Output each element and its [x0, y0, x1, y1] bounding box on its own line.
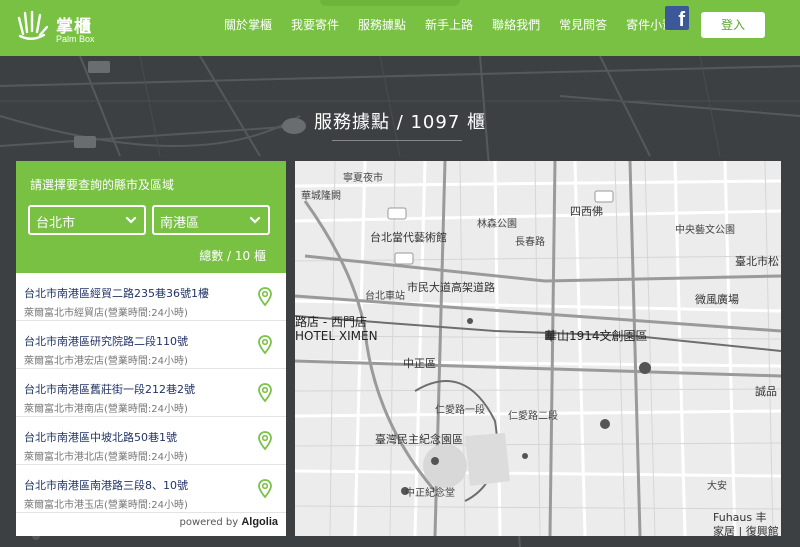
location-store: 萊爾富北市經貿店(營業時間:24小時): [24, 308, 188, 319]
facebook-icon[interactable]: f: [665, 6, 689, 30]
locker-count: 總數 / 10 櫃: [199, 249, 266, 263]
location-address: 台北市南港區舊莊街一段212巷2號: [24, 383, 195, 396]
region-prompt: 請選擇要查詢的縣市及區域: [30, 178, 175, 192]
page-title: 服務據點 / 1097 櫃: [313, 112, 487, 133]
nav-faq[interactable]: 常見問答: [559, 16, 607, 33]
nav-locations[interactable]: 服務據點: [358, 16, 406, 33]
algolia-logo: Algolia: [241, 516, 278, 528]
nav-contact[interactable]: 聯絡我們: [492, 16, 540, 33]
map-label: 誠品: [755, 385, 777, 398]
top-header: 掌櫃 Palm Box 關於掌櫃 我要寄件 服務據點 新手上路 聯絡我們 常見問…: [0, 0, 800, 56]
map-label: 台北車站: [365, 291, 405, 302]
palm-hand-icon: [17, 10, 49, 40]
location-address: 台北市南港區研究院路二段110號: [24, 335, 188, 348]
map-label: 臺灣民主紀念園區: [375, 433, 463, 446]
map-label: 路店 - 西門店: [295, 315, 367, 329]
login-button[interactable]: 登入: [701, 12, 765, 38]
panel-header: 請選擇要查詢的縣市及區域 台北市 南港區 總數 / 10 櫃: [16, 161, 286, 273]
location-address: 台北市南港區經貿二路235巷36號1樓: [24, 287, 209, 300]
map-label: 中正紀念堂: [405, 488, 455, 499]
map-label: 臺北市松: [735, 255, 779, 268]
map-label: 仁愛路一段: [435, 405, 485, 416]
district-select[interactable]: 南港區: [152, 205, 270, 235]
location-store: 萊爾富北市港玉店(營業時間:24小時): [24, 500, 188, 511]
powered-by-text: powered by: [179, 517, 239, 528]
location-store: 萊爾富北市港北店(營業時間:24小時): [24, 452, 188, 463]
chevron-down-icon: [125, 216, 137, 224]
location-list: 台北市南港區經貿二路235巷36號1樓 萊爾富北市經貿店(營業時間:24小時) …: [16, 273, 286, 513]
nav-send[interactable]: 我要寄件: [291, 16, 339, 33]
nav-about[interactable]: 關於掌櫃: [224, 16, 272, 33]
map-label: 林森公園: [477, 219, 517, 230]
map-label: 家居 | 復興館: [713, 525, 779, 536]
map-pin-icon[interactable]: [258, 431, 272, 450]
algolia-attribution[interactable]: powered by Algolia: [173, 516, 278, 528]
list-item[interactable]: 台北市南港區研究院路二段110號 萊爾富北市港宏店(營業時間:24小時): [16, 321, 286, 369]
map-pin-icon[interactable]: [258, 287, 272, 306]
map-label: 仁愛路二段: [508, 411, 558, 422]
map-label: 華城隆闕: [301, 191, 341, 202]
map-label: 微風廣場: [695, 293, 739, 306]
chevron-down-icon: [249, 216, 261, 224]
title-divider: [332, 140, 462, 141]
city-select-value: 台北市: [36, 216, 76, 231]
map-label: 中正區: [403, 357, 436, 370]
list-item[interactable]: 台北市南港區舊莊街一段212巷2號 萊爾富北市港南店(營業時間:24小時): [16, 369, 286, 417]
location-store: 萊爾富北市港南店(營業時間:24小時): [24, 404, 188, 415]
location-store: 萊爾富北市港宏店(營業時間:24小時): [24, 356, 188, 367]
map-label: 長春路: [515, 237, 545, 248]
store-map[interactable]: 寧夏夜市 華城隆闕 林森公園 四西佛 中央藝文公園 長春路 台北當代藝術館 台北…: [295, 161, 781, 536]
map-label: 大安: [707, 481, 727, 492]
list-item[interactable]: 台北市南港區南港路三段8、10號 萊爾富北市港玉店(營業時間:24小時): [16, 465, 286, 513]
map-pin-icon[interactable]: [258, 335, 272, 354]
map-pin-icon[interactable]: [258, 479, 272, 498]
map-label: 華山1914文創園區: [545, 329, 648, 343]
district-select-value: 南港區: [160, 216, 200, 231]
map-label: 中央藝文公園: [675, 225, 735, 236]
map-label: 台北當代藝術館: [370, 231, 447, 244]
main-nav: 關於掌櫃 我要寄件 服務據點 新手上路 聯絡我們 常見問答 寄件小幫手: [224, 16, 705, 33]
location-address: 台北市南港區中坡北路50巷1號: [24, 431, 177, 444]
brand-logo[interactable]: 掌櫃 Palm Box: [14, 8, 104, 48]
city-select[interactable]: 台北市: [28, 205, 146, 235]
brand-name-en: Palm Box: [56, 34, 95, 44]
nav-beginner[interactable]: 新手上路: [425, 16, 473, 33]
list-item[interactable]: 台北市南港區中坡北路50巷1號 萊爾富北市港北店(營業時間:24小時): [16, 417, 286, 465]
location-address: 台北市南港區南港路三段8、10號: [24, 479, 188, 492]
map-pin-icon[interactable]: [258, 383, 272, 402]
map-label: 市民大道高架道路: [407, 281, 495, 294]
map-label: 四西佛: [570, 205, 603, 218]
map-label: 寧夏夜市: [343, 173, 383, 184]
location-panel: 請選擇要查詢的縣市及區域 台北市 南港區 總數 / 10 櫃 台北市南港區經貿二…: [16, 161, 286, 536]
map-label: HOTEL XIMEN: [295, 329, 378, 343]
active-tab-indicator: [320, 0, 460, 6]
list-item[interactable]: 台北市南港區經貿二路235巷36號1樓 萊爾富北市經貿店(營業時間:24小時): [16, 273, 286, 321]
